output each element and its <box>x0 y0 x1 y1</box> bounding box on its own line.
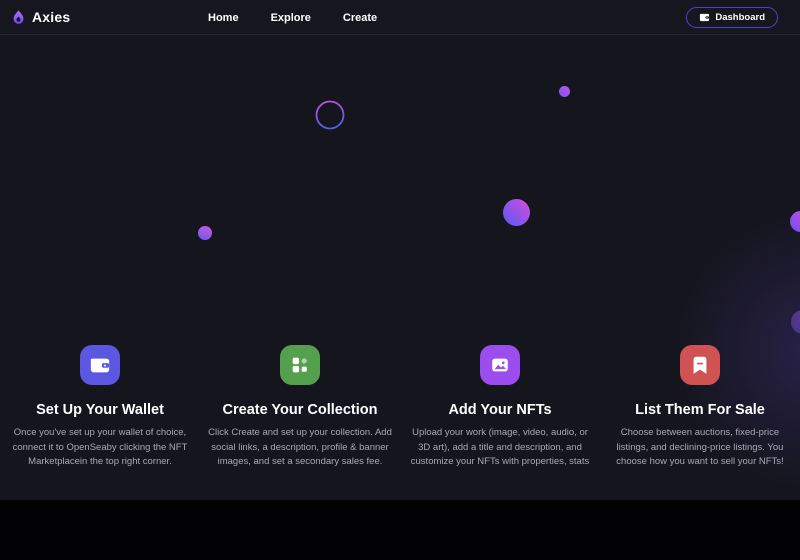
main-nav: Home Explore Create <box>208 0 377 35</box>
nav-item-create[interactable]: Create <box>343 12 377 24</box>
gradient-sphere-decoration <box>503 199 530 226</box>
feature-title: Set Up Your Wallet <box>36 402 164 418</box>
bookmark-icon <box>680 345 720 385</box>
dashboard-button[interactable]: Dashboard <box>686 7 778 28</box>
wallet-icon <box>699 12 710 23</box>
nav-item-explore[interactable]: Explore <box>271 12 311 24</box>
feature-card-wallet: Set Up Your Wallet Once you've set up yo… <box>5 345 195 470</box>
live-auctions-section: Live Auctions EXPLORE MORE <box>0 500 800 560</box>
outline-circle-decoration <box>315 100 345 135</box>
image-icon <box>480 345 520 385</box>
feature-title: Add Your NFTs <box>448 402 552 418</box>
brand-name: Axies <box>32 9 71 25</box>
feature-card-nfts: Add Your NFTs Upload your work (image, v… <box>405 345 595 470</box>
flame-logo-icon <box>10 9 27 26</box>
dashboard-button-label: Dashboard <box>715 12 765 23</box>
nav-item-home[interactable]: Home <box>208 12 239 24</box>
feature-title: Create Your Collection <box>222 402 378 418</box>
feature-title: List Them For Sale <box>635 402 765 418</box>
small-dot-decoration <box>559 86 570 97</box>
feature-card-sale: List Them For Sale Choose between auctio… <box>605 345 795 470</box>
small-dot-decoration <box>198 226 212 240</box>
top-navbar: Axies Home Explore Create Dashboard <box>0 0 800 35</box>
feature-description: Upload your work (image, video, audio, o… <box>410 427 590 468</box>
feature-cards-row: Set Up Your Wallet Once you've set up yo… <box>5 345 795 470</box>
category-grid-icon <box>280 345 320 385</box>
feature-description: Choose between auctions, fixed-price lis… <box>616 427 784 468</box>
feature-card-collection: Create Your Collection Click Create and … <box>205 345 395 470</box>
brand-logo[interactable]: Axies <box>0 9 70 26</box>
feature-description: Once you've set up your wallet of choice… <box>12 427 188 468</box>
hero-section: Set Up Your Wallet Once you've set up yo… <box>0 36 800 500</box>
wallet-icon <box>80 345 120 385</box>
feature-description: Click Create and set up your collection.… <box>208 427 392 468</box>
